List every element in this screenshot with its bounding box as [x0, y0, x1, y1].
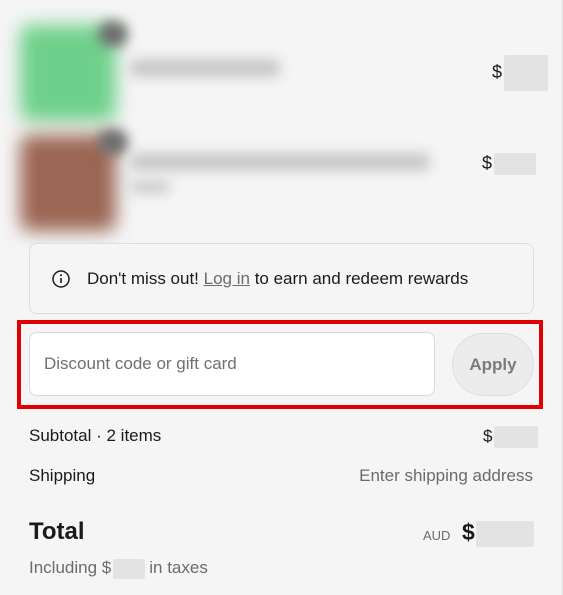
taxes-note: Including $ in taxes — [29, 558, 208, 579]
shipping-label: Shipping — [29, 466, 96, 485]
price-redacted — [504, 55, 549, 91]
price-currency-symbol: $ — [492, 61, 503, 82]
price-currency-symbol: $ — [482, 153, 493, 173]
taxes-prefix: Including $ — [29, 558, 112, 577]
total-value: $ — [462, 519, 534, 547]
total-label: Total — [29, 518, 85, 545]
taxes-redacted — [113, 558, 146, 579]
quantity-badge — [98, 129, 128, 155]
product-price: $ — [482, 153, 537, 176]
price-redacted — [494, 153, 537, 176]
product-price: $ — [492, 55, 549, 91]
rewards-suffix: to earn and redeem rewards — [254, 268, 469, 288]
rewards-prefix: Don't miss out! — [87, 268, 199, 288]
subtotal-redacted — [494, 426, 539, 448]
product-name — [130, 59, 280, 77]
subtotal-label: Subtotal · 2 items — [29, 426, 162, 445]
product-line-item: $ — [20, 125, 562, 231]
product-line-item: $ — [20, 21, 562, 125]
total-currency-symbol: $ — [462, 519, 475, 545]
taxes-suffix: in taxes — [149, 558, 208, 577]
rewards-banner: Don't miss out! Log in to earn and redee… — [29, 243, 534, 314]
currency-code: AUD — [423, 528, 451, 543]
subtotal-currency-symbol: $ — [483, 426, 493, 446]
shipping-value: Enter shipping address — [359, 466, 533, 485]
subtotal-value: $ — [483, 426, 539, 448]
total-redacted — [475, 520, 534, 547]
product-variant — [130, 181, 170, 193]
quantity-badge — [98, 21, 128, 47]
product-name — [130, 153, 430, 171]
apply-discount-button[interactable]: Apply — [452, 333, 534, 396]
login-link[interactable]: Log in — [204, 269, 250, 289]
info-icon — [52, 269, 70, 288]
discount-code-input[interactable] — [29, 332, 435, 396]
order-summary-panel: $ $ Don't miss out! Log in to earn and r… — [0, 0, 563, 595]
